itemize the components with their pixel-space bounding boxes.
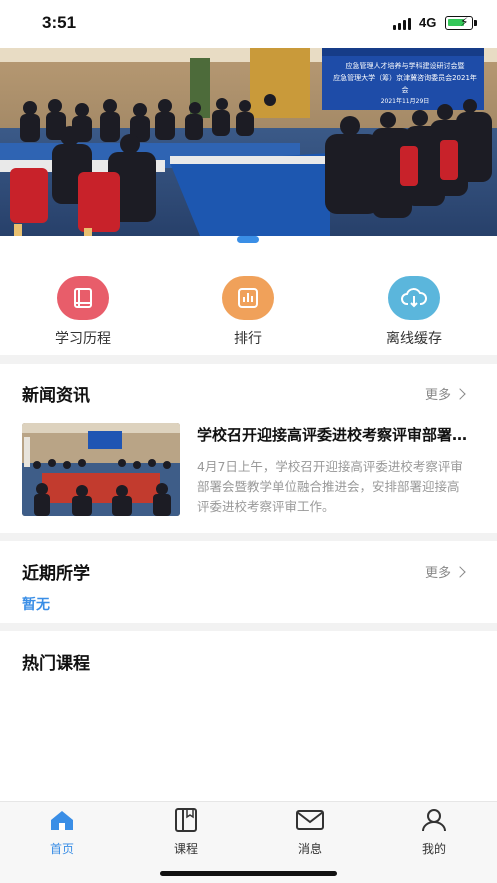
tab-label: 课程 bbox=[173, 842, 198, 856]
tab-messages[interactable]: 消息 bbox=[270, 808, 350, 857]
recent-empty-text: 暂无 bbox=[22, 597, 50, 613]
tab-label: 消息 bbox=[297, 842, 322, 856]
quick-action-ranking[interactable]: 排行 bbox=[208, 276, 288, 348]
book-icon bbox=[57, 276, 109, 320]
news-more-link[interactable]: 更多 bbox=[425, 384, 466, 403]
battery-icon: ⚡ bbox=[445, 15, 473, 30]
tab-courses[interactable]: 课程 bbox=[146, 808, 226, 857]
network-type: 4G bbox=[419, 15, 437, 30]
news-thumbnail[interactable] bbox=[22, 423, 180, 516]
chevron-right-icon bbox=[454, 566, 466, 578]
tab-label: 首页 bbox=[49, 842, 74, 856]
news-title[interactable]: 学校召开迎接高评委进校考察评审部署会暨教学单位融合推进会 bbox=[197, 424, 475, 445]
banner-carousel[interactable]: 应急管理人才培养与学科建设研讨会暨 应急管理大学（筹）京津冀咨询委员会2021年… bbox=[0, 48, 497, 236]
recent-section-title: 近期所学 bbox=[22, 564, 90, 584]
tab-profile[interactable]: 我的 bbox=[394, 808, 474, 857]
quick-action-label: 离线缓存 bbox=[386, 331, 442, 347]
home-indicator[interactable] bbox=[160, 871, 337, 876]
battery-tip bbox=[474, 20, 477, 26]
more-label: 更多 bbox=[425, 566, 452, 581]
course-icon bbox=[175, 808, 197, 832]
section-divider bbox=[0, 355, 497, 364]
cloud-download-icon bbox=[388, 276, 440, 320]
news-section-title: 新闻资讯 bbox=[22, 386, 90, 406]
signal-icon bbox=[393, 18, 413, 30]
news-summary: 4月7日上午，学校召开迎接高评委进校考察评审部署会暨教学单位融合推进会，安排部署… bbox=[197, 459, 463, 514]
banner-screen-line1: 应急管理人才培养与学科建设研讨会暨 bbox=[345, 62, 465, 70]
more-label: 更多 bbox=[425, 388, 452, 403]
quick-action-label: 排行 bbox=[234, 331, 262, 347]
status-time: 3:51 bbox=[42, 13, 77, 32]
banner-screen-line2: 应急管理大学（筹）京津冀咨询委员会2021年会 bbox=[333, 74, 477, 94]
mail-icon bbox=[296, 810, 324, 830]
chart-icon bbox=[222, 276, 274, 320]
home-icon bbox=[51, 811, 73, 830]
tab-label: 我的 bbox=[421, 842, 446, 856]
quick-action-learning-history[interactable]: 学习历程 bbox=[43, 276, 123, 348]
chevron-right-icon bbox=[454, 388, 466, 400]
section-divider bbox=[0, 623, 497, 631]
tab-home[interactable]: 首页 bbox=[22, 808, 102, 857]
quick-action-offline-cache[interactable]: 离线缓存 bbox=[374, 276, 454, 348]
status-bar: 3:51 4G ⚡ bbox=[0, 0, 497, 48]
recent-more-link[interactable]: 更多 bbox=[425, 562, 466, 581]
quick-action-label: 学习历程 bbox=[55, 331, 111, 347]
carousel-indicator[interactable] bbox=[237, 236, 259, 243]
banner-screen-date: 2021年11月29日 bbox=[380, 98, 430, 105]
section-divider bbox=[0, 533, 497, 541]
user-icon bbox=[422, 809, 446, 832]
hot-courses-title: 热门课程 bbox=[22, 654, 90, 674]
